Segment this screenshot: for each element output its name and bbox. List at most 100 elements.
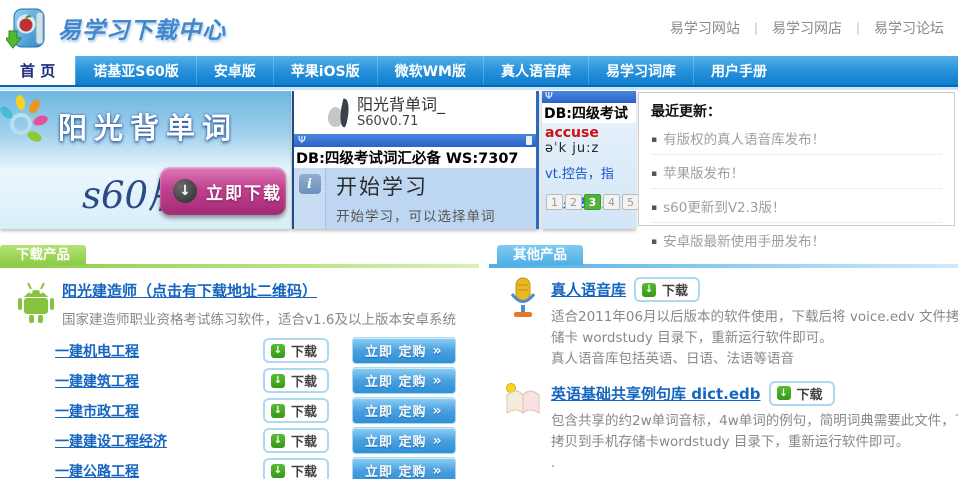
download-arrow-icon: ↓ xyxy=(271,374,285,388)
page-5[interactable]: 5 xyxy=(622,194,639,210)
bullet-icon: ▪ xyxy=(651,203,657,213)
download-button[interactable]: ↓下载 xyxy=(263,338,329,363)
download-arrow-icon: ↓ xyxy=(777,386,791,400)
download-button[interactable]: ↓下载 xyxy=(634,277,700,302)
banner-pagination: 1 2 3 4 5 xyxy=(546,194,639,210)
order-now-button[interactable]: 立即 定购 » xyxy=(352,457,456,479)
order-label: 立即 定购 xyxy=(365,461,427,479)
link-yixuexi-site[interactable]: 易学习网站 xyxy=(670,18,740,38)
voice-desc-line: 真人语音库包括英语、日语、法语等语音 xyxy=(551,349,958,370)
download-arrow-icon: ↓ xyxy=(173,179,197,203)
chevron-right-icon: » xyxy=(433,463,443,479)
download-label: 下载 xyxy=(291,461,317,479)
app-version: S60v0.71 xyxy=(357,114,445,129)
top-links: 易学习网站 | 易学习网店 | 易学习论坛 xyxy=(670,18,948,38)
nav-item-home[interactable]: 首 页 xyxy=(0,56,75,85)
download-button[interactable]: ↓下载 xyxy=(263,398,329,423)
download-label: 下载 xyxy=(291,401,317,420)
signal-icon: Ψ xyxy=(545,92,553,102)
nav-item-voice-library[interactable]: 真人语音库 xyxy=(483,56,588,85)
nav-item-manual[interactable]: 用户手册 xyxy=(693,56,784,85)
product-jianzaoshi: 阳光建造师（点击有下载地址二维码） 国家建造师职业资格考试练习软件，适合v1.6… xyxy=(0,268,479,336)
banner-download-button[interactable]: ↓ 立即下载 xyxy=(160,167,286,215)
chevron-right-icon: » xyxy=(433,343,443,359)
update-item[interactable]: ▪苹果版发布！ xyxy=(651,155,942,189)
dictionary-phonetic: əˈk ju:z xyxy=(545,141,636,156)
page-header: 易学习下载中心 易学习网站 | 易学习网店 | 易学习论坛 xyxy=(0,0,958,56)
order-now-button[interactable]: 立即 定购 » xyxy=(352,367,456,394)
signal-icon: Ψ xyxy=(298,136,306,146)
link-sentence-library[interactable]: 英语基础共享例句库 dict.edb xyxy=(551,383,761,404)
order-label: 立即 定购 xyxy=(365,431,427,450)
order-label: 立即 定购 xyxy=(365,371,427,390)
link-yixuexi-forum[interactable]: 易学习论坛 xyxy=(874,18,944,38)
bullet-icon: ▪ xyxy=(651,135,657,145)
sentence-desc-line: 拷贝到手机存储卡wordstudy 目录下，重新运行软件即可。 xyxy=(551,432,958,453)
nav-item-dictionary[interactable]: 易学习词库 xyxy=(588,56,693,85)
order-label: 立即 定购 xyxy=(365,341,427,360)
download-row: 一建市政工程 ↓下载 立即 定购 » xyxy=(0,396,479,426)
nav-item-android[interactable]: 安卓版 xyxy=(196,56,273,85)
link-voice-library[interactable]: 真人语音库 xyxy=(551,279,626,300)
download-button[interactable]: ↓下载 xyxy=(263,428,329,453)
order-now-button[interactable]: 立即 定购 » xyxy=(352,397,456,424)
phone1-menu-item: 开始学习 xyxy=(336,171,496,201)
voice-desc-line: 适合2011年06月以后版本的软件使用，下载后将 voice.edv 文件拷 xyxy=(551,307,958,328)
download-button[interactable]: ↓下载 xyxy=(769,381,835,406)
others-column: 其他产品 真人语音库 ↓下载 适合2011年06月以后版本的软件使用，下载后将 … xyxy=(489,244,958,479)
bullet-icon: ▪ xyxy=(651,169,657,179)
link-jianzaoshi[interactable]: 阳光建造师（点击有下载地址二维码） xyxy=(62,282,317,300)
app-name: 阳光背单词_ xyxy=(357,96,445,114)
order-now-button[interactable]: 立即 定购» xyxy=(352,427,456,454)
bullet-icon: ▪ xyxy=(651,237,657,247)
download-row: 一建建筑工程 ↓ 下载 立即 定购 » xyxy=(0,366,479,396)
update-item[interactable]: ▪ 安卓版最新使用手册发布！ xyxy=(651,223,942,256)
update-item[interactable]: ▪有版权的真人语音库发布！ xyxy=(651,121,942,155)
download-button[interactable]: ↓ 下载 xyxy=(263,368,329,393)
product-dict-tool: W 阳光背单词词库制作工具 UTF8 ↓下载 xyxy=(489,476,958,479)
downloads-column: 下载产品 阳光建造师（点击有下载地址二维码） 国家建造师职业资格考试练习软件，适… xyxy=(0,244,479,479)
download-button[interactable]: ↓下载 xyxy=(263,458,329,479)
update-text: 安卓版最新使用手册发布！ xyxy=(663,234,825,250)
nav-item-ios[interactable]: 苹果iOS版 xyxy=(273,56,377,85)
content-area: 下载产品 阳光建造师（点击有下载地址二维码） 国家建造师职业资格考试练习软件，适… xyxy=(0,244,958,479)
banner-slide: 阳光背单词 s60版 ↓ 立即下载 xyxy=(0,91,291,229)
update-text: s60更新到V2.3版！ xyxy=(663,200,785,216)
phone1-menu-hint: 开始学习，可以选择单词 xyxy=(336,205,496,225)
page-1[interactable]: 1 xyxy=(546,194,563,210)
page-3-active[interactable]: 3 xyxy=(584,194,601,210)
link-yijian-jianzhu[interactable]: 一建建筑工程 xyxy=(55,371,139,391)
definition-vt: vt.控告，指 xyxy=(545,163,636,182)
link-yijian-jidian[interactable]: 一建机电工程 xyxy=(55,341,139,361)
link-yijian-gonglu[interactable]: 一建公路工程 xyxy=(55,461,139,479)
banner-row: 阳光背单词 s60版 ↓ 立即下载 阳光背单词_ S60v0.71 Ψ DB:四… xyxy=(0,90,958,229)
page-2[interactable]: 2 xyxy=(565,194,582,210)
voice-desc-line: 储卡 wordstudy 目录下，重新运行软件即可。 xyxy=(551,328,958,349)
order-label: 立即 定购 xyxy=(365,401,427,420)
link-yijian-shizheng[interactable]: 一建市政工程 xyxy=(55,401,139,421)
book-bulb-icon xyxy=(503,381,543,419)
download-label: 下载 xyxy=(291,341,317,360)
page-4[interactable]: 4 xyxy=(603,194,620,210)
nav-item-nokia-s60[interactable]: 诺基亚S60版 xyxy=(75,56,196,85)
link-separator: | xyxy=(856,21,860,35)
battery-icon xyxy=(526,136,532,145)
backpack-download-icon xyxy=(6,4,52,52)
link-yijian-jingji[interactable]: 一建建设工程经济 xyxy=(55,431,167,451)
download-arrow-icon: ↓ xyxy=(271,434,285,448)
microphone-icon xyxy=(503,277,543,319)
phone-screenshot-1: 阳光背单词_ S60v0.71 Ψ DB:四级考试词汇必备 WS:7307 i … xyxy=(292,91,539,229)
nav-item-wm[interactable]: 微软WM版 xyxy=(377,56,483,85)
tab-download-products: 下载产品 xyxy=(0,245,86,265)
product-sentence-library: 英语基础共享例句库 dict.edb ↓下载 包含共享的约2w单词音标，4w单词… xyxy=(489,372,958,476)
link-yixuexi-shop[interactable]: 易学习网店 xyxy=(772,18,842,38)
app-logo-icon xyxy=(328,99,349,127)
phone2-db-line: DB:四级考试 xyxy=(542,103,636,123)
site-logo[interactable]: 易学习下载中心 xyxy=(6,4,226,52)
update-item[interactable]: ▪ s60更新到V2.3版！ xyxy=(651,189,942,223)
download-label: 下载 xyxy=(291,371,317,390)
order-now-button[interactable]: 立即 定购 » xyxy=(352,337,456,364)
chevron-right-icon: » xyxy=(433,403,443,419)
android-icon xyxy=(13,280,59,326)
chevron-right-icon: » xyxy=(433,373,443,389)
